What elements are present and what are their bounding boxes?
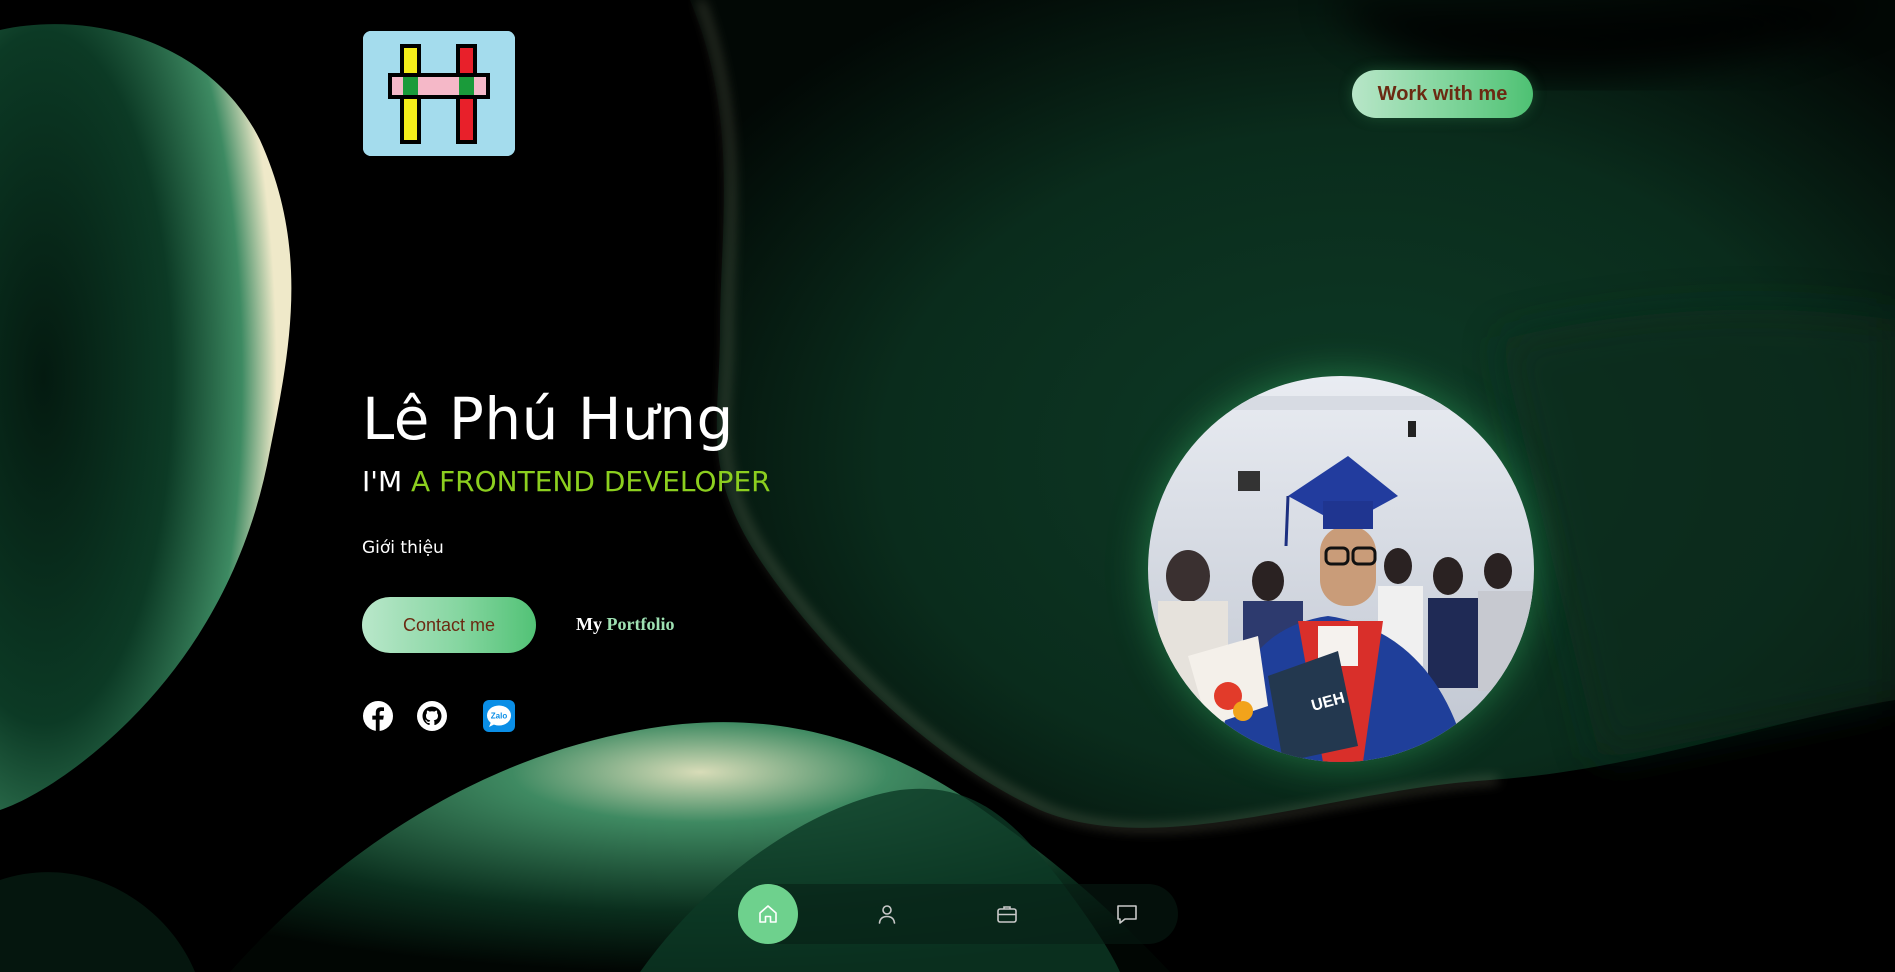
home-icon xyxy=(759,905,777,923)
contact-me-button[interactable]: Contact me xyxy=(362,597,536,653)
role-prefix: I'M xyxy=(362,465,412,498)
my-portfolio-link[interactable]: My Portfolio xyxy=(576,614,674,635)
nav-contact[interactable] xyxy=(1097,884,1157,944)
portfolio-label-portfolio: Portfolio xyxy=(606,614,675,634)
work-with-me-button[interactable]: Work with me xyxy=(1352,70,1533,118)
background-waves xyxy=(0,0,1895,972)
zalo-icon[interactable]: Zalo xyxy=(483,700,515,732)
h-logo-icon xyxy=(363,31,515,156)
site-logo[interactable] xyxy=(363,31,515,156)
github-icon[interactable] xyxy=(416,700,448,732)
facebook-icon[interactable] xyxy=(362,700,394,732)
briefcase-icon xyxy=(997,906,1017,923)
zalo-label: Zalo xyxy=(491,712,508,721)
profile-photo: UEH xyxy=(1148,376,1534,762)
portfolio-label-my: My xyxy=(576,614,607,634)
chat-icon xyxy=(1117,905,1137,924)
nav-home[interactable] xyxy=(738,884,798,944)
nav-about[interactable] xyxy=(857,884,917,944)
hero-role: I'M A FRONTEND DEVELOPER xyxy=(362,465,771,498)
hero-name: Lê Phú Hưng xyxy=(362,385,734,453)
user-icon xyxy=(878,905,896,924)
nav-work[interactable] xyxy=(977,884,1037,944)
social-links: Zalo xyxy=(362,700,542,734)
bottom-navigation xyxy=(738,884,1178,944)
role-highlight: A FRONTEND DEVELOPER xyxy=(411,465,771,498)
intro-link[interactable]: Giới thiệu xyxy=(362,538,444,558)
